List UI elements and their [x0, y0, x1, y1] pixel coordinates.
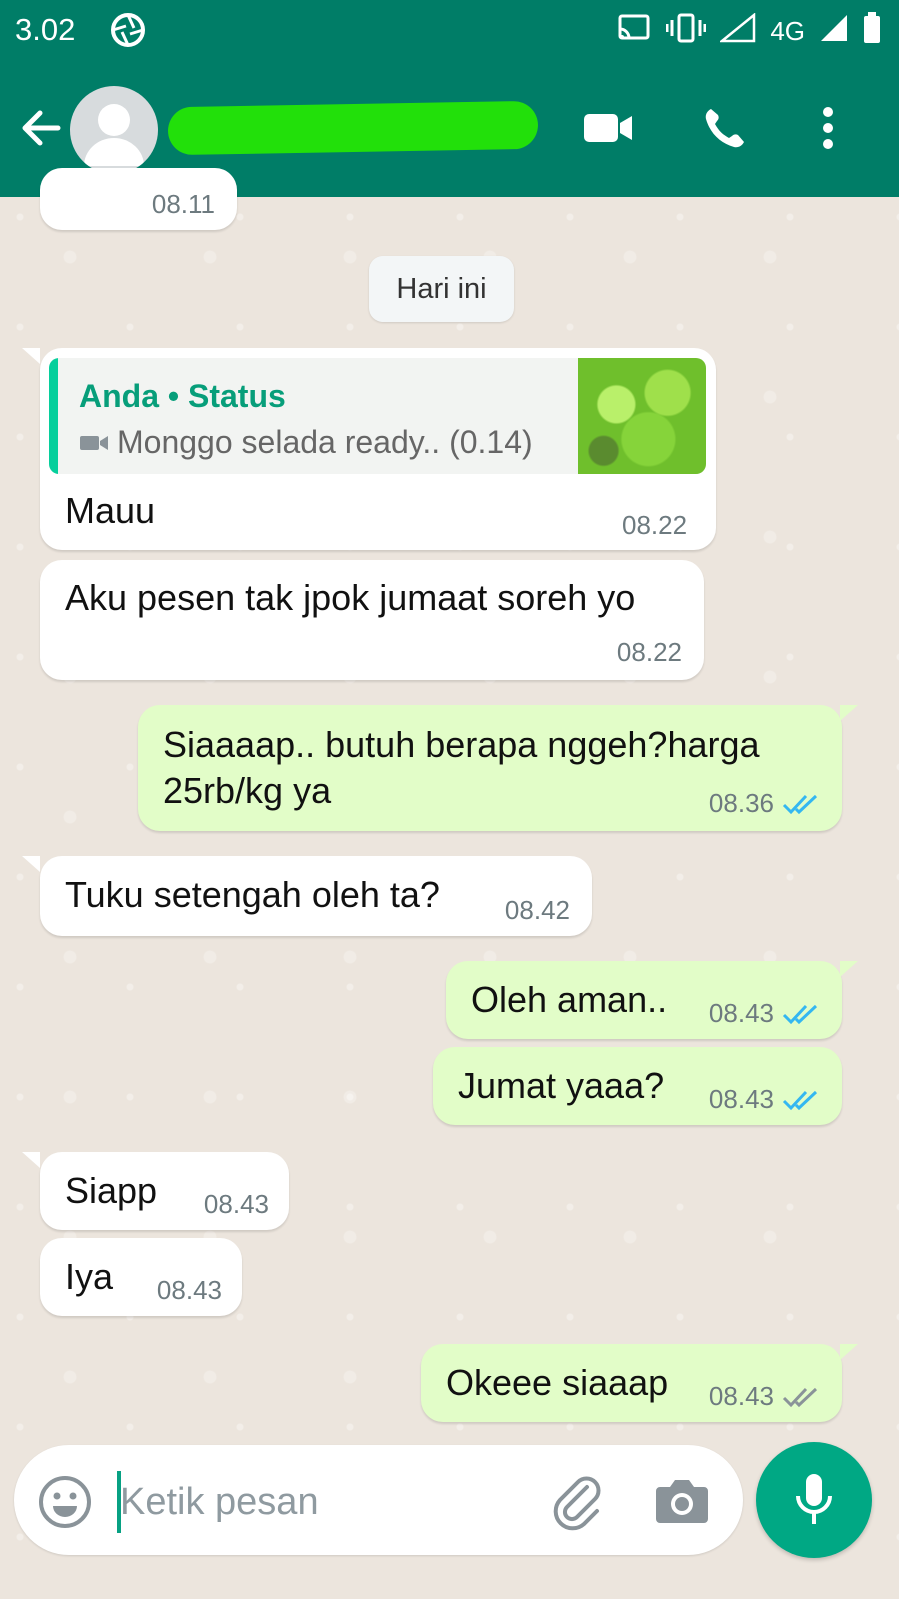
attach-button[interactable]: [549, 1473, 607, 1531]
message-time: 08.11: [151, 189, 215, 219]
message-bubble-outgoing[interactable]: Okeee siaaap 08.43: [421, 1344, 842, 1422]
camera-button[interactable]: [654, 1475, 710, 1527]
video-call-button[interactable]: [580, 100, 636, 156]
network-type: 4G: [770, 16, 805, 46]
emoji-button[interactable]: [38, 1475, 92, 1529]
message-time: 08.43: [708, 1381, 774, 1411]
message-time: 08.43: [708, 1084, 774, 1114]
kebab-menu-icon: [823, 107, 833, 149]
message-meta: 08.43: [709, 1381, 822, 1412]
cast-icon: [616, 13, 652, 50]
message-time: 08.43: [203, 1189, 269, 1219]
signal-icon: [718, 12, 756, 50]
microphone-icon: [796, 1474, 832, 1524]
smiley-icon: [39, 1476, 91, 1528]
video-icon: [80, 435, 108, 450]
vibrate-icon: [665, 12, 707, 51]
message-meta: 08.43: [709, 1084, 822, 1115]
camera-icon: [656, 1480, 708, 1523]
message-partial[interactable]: 08.11: [40, 168, 237, 230]
message-text: Oleh aman..: [471, 979, 668, 1020]
arrow-left-icon: [22, 110, 61, 146]
phone-icon: [705, 109, 744, 148]
contact-avatar[interactable]: [70, 86, 158, 174]
message-bubble[interactable]: Tuku setengah oleh ta? 08.42: [40, 856, 592, 936]
message-text: Mauu: [65, 490, 156, 531]
message-text: Okeee siaaap: [446, 1362, 669, 1403]
message-bubble[interactable]: Iya 08.43: [40, 1238, 242, 1316]
message-time: 08.22: [616, 637, 682, 667]
quote-text: Monggo selada ready.. (0.14): [117, 424, 533, 460]
double-check-read-icon: [782, 1004, 818, 1024]
message-text: Iya: [65, 1256, 114, 1297]
message-time: 08.43: [156, 1275, 222, 1305]
message-meta: 08.43: [709, 998, 822, 1029]
back-button[interactable]: [18, 105, 64, 151]
more-options-button[interactable]: [800, 100, 856, 156]
message-bubble-outgoing[interactable]: Oleh aman.. 08.43: [446, 961, 842, 1039]
status-icons: 4G: [616, 12, 881, 51]
redaction-scribble: [167, 100, 539, 156]
message-input[interactable]: [118, 1471, 542, 1533]
message-bubble-outgoing[interactable]: Siaaaap.. butuh berapa nggeh?harga 25rb/…: [138, 705, 842, 831]
quoted-status[interactable]: Anda • Status Monggo selada ready.. (0.1…: [49, 358, 706, 474]
message-text: Siapp: [65, 1170, 158, 1211]
voice-call-button[interactable]: [697, 100, 753, 156]
message-time: 08.43: [708, 998, 774, 1028]
aperture-icon: [110, 12, 146, 53]
video-camera-icon: [584, 114, 632, 142]
double-check-read-icon: [782, 1090, 818, 1110]
message-text: Jumat yaaa?: [458, 1065, 665, 1106]
voice-record-button[interactable]: [756, 1442, 872, 1558]
double-check-delivered-icon: [782, 1387, 818, 1407]
message-meta: 08.36: [709, 788, 822, 819]
message-time: 08.36: [708, 788, 774, 818]
status-time: 3.02: [15, 12, 76, 47]
message-bubble[interactable]: Siapp 08.43: [40, 1152, 289, 1230]
message-text: Aku pesen tak jpok jumaat soreh yo: [65, 577, 636, 618]
message-bubble-outgoing[interactable]: Jumat yaaa? 08.43: [433, 1047, 842, 1125]
message-time: 08.22: [622, 510, 688, 540]
battery-icon: [863, 12, 881, 51]
date-divider: Hari ini: [369, 256, 514, 322]
double-check-read-icon: [782, 794, 818, 814]
quote-text-row: Monggo selada ready.. (0.14): [79, 424, 533, 461]
default-avatar-icon: [84, 104, 144, 166]
signal-strength-icon: [819, 13, 849, 50]
paperclip-icon: [553, 1476, 601, 1531]
message-bubble[interactable]: Aku pesen tak jpok jumaat soreh yo 08.22: [40, 560, 704, 680]
quote-accent-bar: [49, 358, 58, 474]
message-composer: [14, 1445, 743, 1555]
message-text: Tuku setengah oleh ta?: [65, 874, 440, 915]
message-time: 08.42: [504, 895, 570, 925]
status-thumbnail: [578, 358, 706, 474]
quote-author: Anda • Status: [79, 378, 286, 414]
